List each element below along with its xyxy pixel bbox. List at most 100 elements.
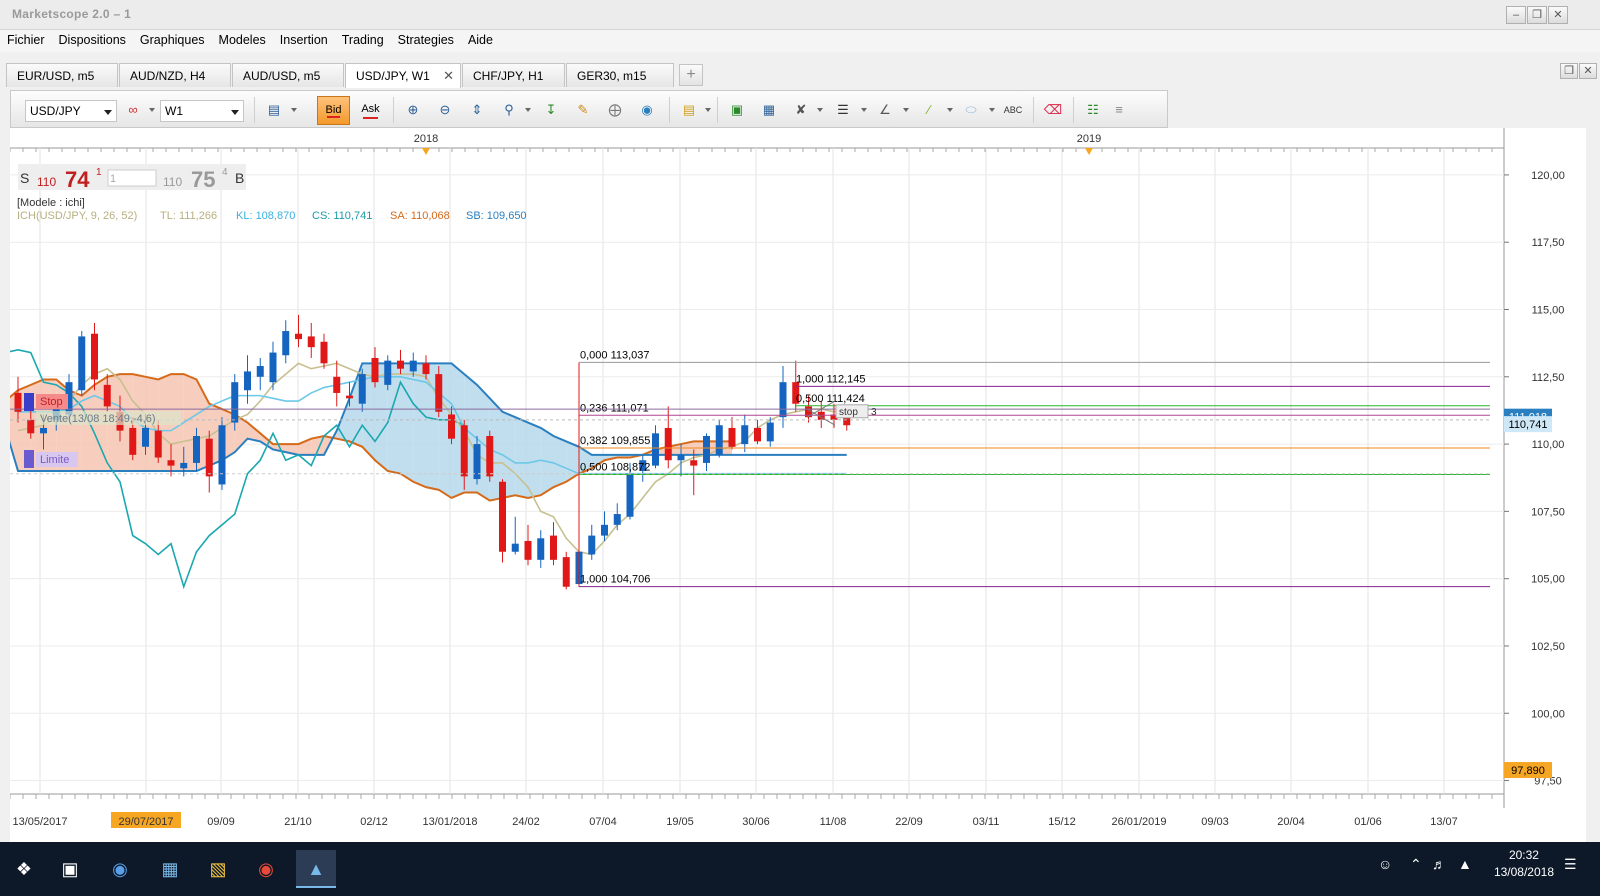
globe-icon[interactable]: ◉ xyxy=(635,99,659,121)
panel-restore-button[interactable]: ❐ xyxy=(1560,63,1578,79)
candle-body xyxy=(754,427,761,442)
close-tab-icon[interactable]: ✕ xyxy=(443,68,454,84)
scroll-icon[interactable]: ↧ xyxy=(539,99,563,121)
menu-aide[interactable]: Aide xyxy=(461,30,500,52)
chart-properties-icon[interactable]: ✎ xyxy=(571,99,595,121)
chevron-up-icon[interactable]: ⌃ xyxy=(1410,856,1422,873)
candle-body xyxy=(307,336,315,348)
fib-level-label: 0,000 113,037 xyxy=(580,349,650,361)
dropdown-arrow-icon[interactable] xyxy=(903,108,909,112)
overflow-icon[interactable]: ≡ xyxy=(1111,99,1127,121)
add-tab-button[interactable]: + xyxy=(679,64,703,86)
file-explorer-icon[interactable]: ▧ xyxy=(198,850,238,888)
candle-body xyxy=(91,333,98,380)
panel-close-button[interactable]: ✕ xyxy=(1579,63,1597,79)
trendline-icon[interactable]: ∕ xyxy=(917,99,941,121)
menu-fichier[interactable]: Fichier xyxy=(0,30,52,52)
system-clock[interactable]: 20:32 13/08/2018 xyxy=(1494,847,1554,881)
candle-body xyxy=(409,360,417,372)
candle-body xyxy=(435,374,443,412)
network-icon[interactable]: ▲ xyxy=(1458,856,1472,872)
fan-icon[interactable]: ∠ xyxy=(873,99,897,121)
candle-body xyxy=(703,436,710,463)
chrome-icon[interactable]: ◉ xyxy=(246,850,286,888)
dropdown-arrow-icon[interactable] xyxy=(861,108,867,112)
image-icon[interactable]: ▣ xyxy=(725,99,749,121)
x-axis-label: 30/06 xyxy=(742,816,770,828)
candle-body xyxy=(193,436,200,463)
year-marker-icon xyxy=(422,148,430,155)
symbol-select[interactable]: USD/JPY xyxy=(25,100,117,122)
people-icon[interactable]: ☺ xyxy=(1378,856,1392,872)
zoom-area-icon[interactable]: ⚲ xyxy=(497,99,521,121)
candle-body xyxy=(460,425,468,477)
candle-body xyxy=(562,557,570,587)
menu-trading[interactable]: Trading xyxy=(335,30,391,52)
ruler-icon[interactable]: ▤ xyxy=(677,99,701,121)
dropdown-arrow-icon[interactable] xyxy=(149,108,155,112)
dropdown-arrow-icon[interactable] xyxy=(817,108,823,112)
eraser-icon[interactable]: ⌫ xyxy=(1041,99,1065,121)
candle-body xyxy=(779,382,787,418)
tab-chfjpy-h1[interactable]: CHF/JPY, H1 xyxy=(462,63,565,87)
notification-icon[interactable]: ☰ xyxy=(1564,856,1577,873)
candle-body xyxy=(218,425,226,485)
close-button[interactable]: ✕ xyxy=(1548,6,1568,24)
tools-icon[interactable]: ✘ xyxy=(789,99,813,121)
year-marker-icon xyxy=(1085,148,1093,155)
zoom-in-icon[interactable]: ⊕ xyxy=(401,99,425,121)
chain-icon[interactable]: ∞ xyxy=(121,99,145,121)
menu-modeles[interactable]: Modeles xyxy=(212,30,273,52)
x-axis-label: 20/04 xyxy=(1277,816,1305,828)
windows-taskbar: ❖ ▣ ◉ ▦ ▧ ◉ ▲ ☺ ⌃ ♬ ▲ 20:32 13/08/2018 ☰ xyxy=(0,842,1600,896)
ellipse-icon[interactable]: ⬭ xyxy=(959,99,983,121)
app-icon[interactable]: ◉ xyxy=(100,850,140,888)
window-titlebar: Marketscope 2.0 – 1 – ❐ ✕ xyxy=(0,0,1600,30)
tab-eurusd-m5[interactable]: EUR/USD, m5 xyxy=(6,63,118,87)
zoom-fit-icon[interactable]: ⇕ xyxy=(465,99,489,121)
windows-start-icon[interactable]: ❖ xyxy=(4,850,44,888)
price-marker-label: 110,741 xyxy=(1509,419,1548,431)
menu-insertion[interactable]: Insertion xyxy=(273,30,335,52)
fib-level-label: 0,236 111,071 xyxy=(580,402,649,414)
lines-icon[interactable]: ☰ xyxy=(831,99,855,121)
bid-button[interactable]: Bid xyxy=(317,96,350,125)
task-view-icon[interactable]: ▣ xyxy=(50,850,90,888)
tab-ger30-m15[interactable]: GER30, m15 xyxy=(566,63,674,87)
dropdown-arrow-icon[interactable] xyxy=(291,108,297,112)
price-marker-label: 97,890 xyxy=(1511,765,1545,777)
candle-body xyxy=(40,427,47,434)
tab-usdjpy-w1[interactable]: USD/JPY, W1 ✕ xyxy=(345,63,461,88)
menu-graphiques[interactable]: Graphiques xyxy=(133,30,212,52)
dropdown-arrow-icon[interactable] xyxy=(705,108,711,112)
dropdown-arrow-icon[interactable] xyxy=(989,108,995,112)
text-tool-icon[interactable]: ABC xyxy=(1001,99,1025,121)
minimize-button[interactable]: – xyxy=(1506,6,1526,24)
menu-strategies[interactable]: Strategies xyxy=(391,30,461,52)
speaker-icon[interactable]: ♬ xyxy=(1432,856,1446,872)
x-axis-label: 13/07 xyxy=(1430,816,1458,828)
indicator-legend-item: ICH(USD/JPY, 9, 26, 52) xyxy=(17,210,137,222)
zoom-out-icon[interactable]: ⊖ xyxy=(433,99,457,121)
y-axis-label: 107,50 xyxy=(1531,506,1565,518)
hierarchy-icon[interactable]: ☷ xyxy=(1081,99,1105,121)
restore-button[interactable]: ❐ xyxy=(1527,6,1547,24)
chart-area[interactable]: 120,00 117,50 115,00 112,50 110,00 107,50 105,… xyxy=(10,128,1586,842)
price-chart[interactable]: 120,00 117,50 115,00 112,50 110,00 107,50 105,… xyxy=(10,128,1586,842)
marketscope-taskbar-icon[interactable]: ▲ xyxy=(296,850,336,888)
tab-audusd-m5[interactable]: AUD/USD, m5 xyxy=(232,63,344,87)
candle-body xyxy=(129,427,137,455)
stop-label: Stop xyxy=(40,396,63,408)
crosshair-icon[interactable]: ⨁ xyxy=(603,99,627,121)
tab-audnzd-h4[interactable]: AUD/NZD, H4 xyxy=(119,63,231,87)
dropdown-arrow-icon[interactable] xyxy=(947,108,953,112)
x-axis-label: 19/05 xyxy=(666,816,694,828)
screenshot-icon[interactable]: ▦ xyxy=(757,99,781,121)
chart-type-icon[interactable]: ▤ xyxy=(262,99,286,121)
ask-button[interactable]: Ask xyxy=(354,96,387,125)
timeframe-select[interactable]: W1 xyxy=(160,100,244,122)
indicator-legend-item: CS: 110,741 xyxy=(312,210,372,222)
menu-dispositions[interactable]: Dispositions xyxy=(52,30,133,52)
app-icon[interactable]: ▦ xyxy=(150,850,190,888)
dropdown-arrow-icon[interactable] xyxy=(525,108,531,112)
